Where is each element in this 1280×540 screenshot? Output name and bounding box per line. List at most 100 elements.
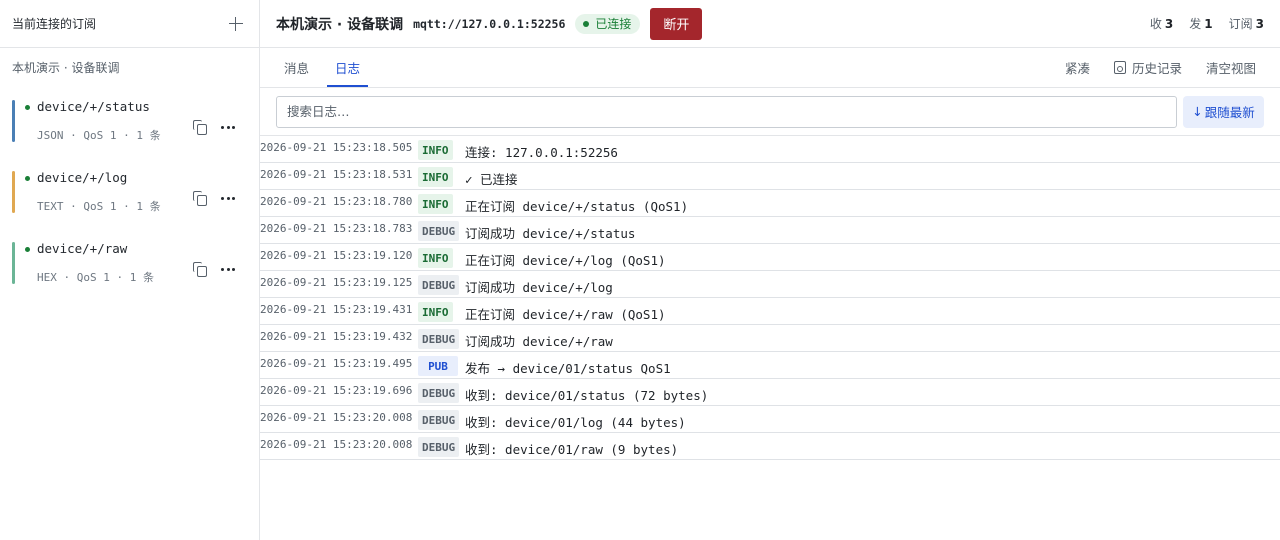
subscription-topic: device/+/raw bbox=[37, 241, 128, 256]
log-message: 收到: device/01/status (72 bytes) bbox=[465, 388, 709, 403]
subscription-item[interactable]: device/+/raw HEX · QoS 1 · 1 条 bbox=[0, 242, 259, 286]
log-level-badge: PUB bbox=[418, 356, 458, 376]
log-timestamp: 2026-09-21 15:23:18.783 bbox=[260, 222, 413, 235]
log-message: 订阅成功 device/+/status bbox=[465, 226, 636, 241]
subscription-active-dot-icon bbox=[25, 176, 30, 181]
clear-view-button[interactable]: 清空视图 bbox=[1206, 58, 1256, 77]
log-timestamp: 2026-09-21 15:23:19.495 bbox=[260, 357, 413, 370]
status-badge: 已连接 bbox=[575, 13, 641, 34]
subscription-item[interactable]: device/+/status JSON · QoS 1 · 1 条 bbox=[0, 100, 259, 144]
log-message: 正在订阅 device/+/status (QoS1) bbox=[465, 199, 689, 214]
log-row: 2026-09-21 15:23:18.505 INFO 连接: 127.0.0.1… bbox=[260, 136, 1280, 163]
disconnect-button[interactable]: 断开 bbox=[650, 7, 703, 40]
subscription-sidebar: 当前连接的订阅 本机演示 · 设备联调 device/+/status JSON … bbox=[0, 0, 260, 540]
subscription-color-bar bbox=[12, 171, 15, 213]
view-tabs: 消息 日志 紧凑 历史记录 清空视图 bbox=[260, 48, 1280, 88]
log-search-input[interactable] bbox=[276, 95, 1177, 128]
compact-toggle[interactable]: 紧凑 bbox=[1065, 58, 1090, 77]
log-level-badge: INFO bbox=[418, 248, 453, 268]
log-level-badge: DEBUG bbox=[418, 221, 460, 241]
subscription-topic: device/+/status bbox=[37, 99, 150, 114]
log-row: 2026-09-21 15:23:20.008 DEBUG 收到: device/0… bbox=[260, 433, 1280, 460]
connection-url: mqtt://127.0.0.1:52256 bbox=[413, 16, 566, 31]
stat-received: 收3 bbox=[1149, 17, 1174, 31]
copy-icon[interactable] bbox=[193, 120, 207, 135]
history-label: 历史记录 bbox=[1131, 61, 1182, 76]
subscription-color-bar bbox=[12, 242, 15, 284]
log-level-badge: DEBUG bbox=[418, 410, 460, 430]
log-level-badge: INFO bbox=[418, 140, 453, 160]
stat-sent: 发1 bbox=[1189, 17, 1213, 31]
main-panel: 本机演示 · 设备联调 mqtt://127.0.0.1:52256 已连接 断… bbox=[260, 0, 1280, 540]
subscription-actions bbox=[193, 120, 235, 135]
history-icon bbox=[1113, 61, 1126, 74]
subscription-actions bbox=[193, 262, 235, 277]
log-message: 收到: device/01/log (44 bytes) bbox=[465, 415, 686, 430]
status-text: 已连接 bbox=[595, 17, 632, 31]
subscription-topic: device/+/log bbox=[37, 170, 128, 185]
log-message: ✓ 已连接 bbox=[465, 172, 518, 187]
log-list: 2026-09-21 15:23:18.505 INFO 连接: 127.0.0.1… bbox=[260, 136, 1280, 460]
tab-log[interactable]: 日志 bbox=[327, 58, 369, 87]
subscription-item[interactable]: device/+/log TEXT · QoS 1 · 1 条 bbox=[0, 171, 259, 215]
log-level-badge: INFO bbox=[418, 302, 453, 322]
log-level-badge: INFO bbox=[418, 194, 453, 214]
log-timestamp: 2026-09-21 15:23:19.432 bbox=[260, 330, 413, 343]
log-search-row: ↓ 跟随最新 bbox=[260, 88, 1280, 136]
log-message: 正在订阅 device/+/log (QoS1) bbox=[465, 253, 666, 268]
connection-name: 本机演示 · 设备联调 bbox=[276, 16, 404, 33]
subscription-list: device/+/status JSON · QoS 1 · 1 条 device/… bbox=[0, 100, 259, 286]
log-timestamp: 2026-09-21 15:23:20.008 bbox=[260, 438, 413, 451]
log-row: 2026-09-21 15:23:20.008 DEBUG 收到: device/0… bbox=[260, 406, 1280, 433]
log-timestamp: 2026-09-21 15:23:18.780 bbox=[260, 195, 413, 208]
log-row: 2026-09-21 15:23:19.696 DEBUG 收到: device/0… bbox=[260, 379, 1280, 406]
subscription-active-dot-icon bbox=[25, 247, 30, 252]
log-level-badge: DEBUG bbox=[418, 437, 460, 457]
log-timestamp: 2026-09-21 15:23:20.008 bbox=[260, 411, 413, 424]
log-row: 2026-09-21 15:23:18.780 INFO 正在订阅 device/+… bbox=[260, 190, 1280, 217]
more-options-icon[interactable] bbox=[221, 191, 235, 205]
log-row: 2026-09-21 15:23:18.531 INFO ✓ 已连接 bbox=[260, 163, 1280, 190]
log-level-badge: INFO bbox=[418, 167, 453, 187]
more-options-icon[interactable] bbox=[221, 262, 235, 276]
log-row: 2026-09-21 15:23:19.432 DEBUG 订阅成功 device/… bbox=[260, 325, 1280, 352]
log-timestamp: 2026-09-21 15:23:19.125 bbox=[260, 276, 413, 289]
log-timestamp: 2026-09-21 15:23:19.431 bbox=[260, 303, 413, 316]
log-row: 2026-09-21 15:23:19.495 PUB 发布 → device/01… bbox=[260, 352, 1280, 379]
log-message: 连接: 127.0.0.1:52256 bbox=[465, 145, 618, 160]
log-timestamp: 2026-09-21 15:23:19.696 bbox=[260, 384, 413, 397]
copy-icon[interactable] bbox=[193, 262, 207, 277]
log-message: 正在订阅 device/+/raw (QoS1) bbox=[465, 307, 666, 322]
log-timestamp: 2026-09-21 15:23:18.505 bbox=[260, 141, 413, 154]
log-message: 收到: device/01/raw (9 bytes) bbox=[465, 442, 679, 457]
subscription-color-bar bbox=[12, 100, 15, 142]
log-row: 2026-09-21 15:23:19.120 INFO 正在订阅 device/+… bbox=[260, 244, 1280, 271]
follow-latest-button[interactable]: ↓ 跟随最新 bbox=[1183, 95, 1264, 128]
add-subscription-icon[interactable] bbox=[227, 15, 245, 33]
log-timestamp: 2026-09-21 15:23:18.531 bbox=[260, 168, 413, 181]
log-message: 订阅成功 device/+/raw bbox=[465, 334, 613, 349]
log-level-badge: DEBUG bbox=[418, 275, 460, 295]
sidebar-header: 当前连接的订阅 bbox=[0, 0, 259, 48]
copy-icon[interactable] bbox=[193, 191, 207, 206]
view-actions: 紧凑 历史记录 清空视图 bbox=[1065, 58, 1256, 77]
stat-subscriptions: 订阅 3 bbox=[1228, 17, 1264, 31]
log-message: 发布 → device/01/status QoS1 bbox=[465, 361, 671, 376]
log-level-badge: DEBUG bbox=[418, 329, 460, 349]
follow-latest-label: 跟随最新 bbox=[1204, 105, 1255, 120]
more-options-icon[interactable] bbox=[221, 120, 235, 134]
log-row: 2026-09-21 15:23:19.431 INFO 正在订阅 device/+… bbox=[260, 298, 1280, 325]
log-message: 订阅成功 device/+/log bbox=[465, 280, 613, 295]
traffic-stats: 收3 发1 订阅 3 bbox=[1150, 15, 1264, 32]
status-dot-icon bbox=[583, 20, 590, 27]
tab-messages[interactable]: 消息 bbox=[276, 58, 317, 87]
subscription-active-dot-icon bbox=[25, 105, 30, 110]
log-row: 2026-09-21 15:23:18.783 DEBUG 订阅成功 device/… bbox=[260, 217, 1280, 244]
history-button[interactable]: 历史记录 bbox=[1113, 58, 1182, 77]
subscription-actions bbox=[193, 191, 235, 206]
connection-group-label: 本机演示 · 设备联调 bbox=[12, 61, 120, 75]
sidebar-title: 当前连接的订阅 bbox=[12, 17, 97, 31]
log-row: 2026-09-21 15:23:19.125 DEBUG 订阅成功 device/… bbox=[260, 271, 1280, 298]
arrow-down-icon: ↓ bbox=[1192, 104, 1203, 119]
log-level-badge: DEBUG bbox=[418, 383, 460, 403]
